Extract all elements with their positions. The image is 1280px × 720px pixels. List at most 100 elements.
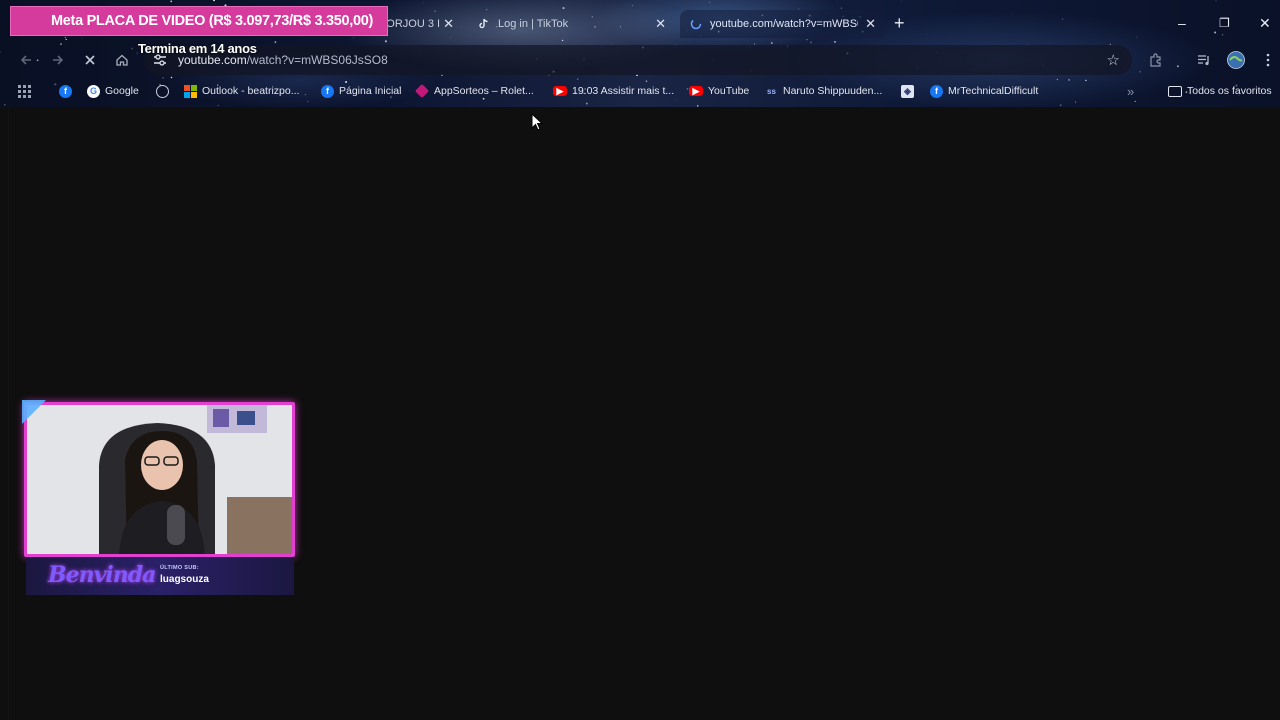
all-bookmarks-button[interactable]: Todos os favoritos (1168, 82, 1272, 100)
facebook-icon: f (321, 84, 334, 98)
star (60, 43, 62, 45)
bookmark-4-label: Página Inicial (339, 85, 402, 97)
folder-icon (1168, 85, 1182, 97)
close-window-button[interactable]: ✕ (1259, 14, 1271, 32)
star (384, 40, 387, 43)
puzzle-icon (1150, 53, 1161, 67)
bookmark-6-label: 19:03 Assistir mais t... (572, 85, 675, 97)
star (631, 5, 633, 7)
star (81, 37, 83, 39)
back-button[interactable] (16, 50, 36, 70)
tab-2-label: Log in | TikTok (498, 18, 569, 30)
star (274, 41, 277, 43)
star (1214, 31, 1217, 34)
bookmark-star-icon[interactable]: ☆ (1107, 51, 1120, 69)
bookmark-6[interactable]: ▶ 19:03 Assistir mais t... (553, 82, 674, 100)
star (1176, 65, 1179, 68)
last-sub-label: ÚLTIMO SUB: (160, 565, 199, 571)
tab-2[interactable]: Log in | TikTok ✕ (468, 10, 674, 38)
tab-2-close-icon[interactable]: ✕ (655, 17, 666, 31)
streamer-video (27, 405, 292, 554)
star (36, 59, 39, 62)
bookmark-4[interactable]: f Página Inicial (321, 82, 401, 100)
star (770, 42, 773, 44)
frame-corner-accent (22, 400, 46, 424)
star (1144, 60, 1145, 62)
star (577, 78, 579, 80)
star (1215, 0, 1217, 1)
star (806, 39, 808, 41)
loading-icon (690, 18, 702, 30)
arrow-right-icon (53, 55, 64, 65)
forward-button[interactable] (48, 50, 68, 70)
goal-countdown: Termina em 14 anos (138, 41, 257, 56)
star (675, 100, 677, 102)
mouse-cursor-icon (531, 113, 543, 131)
bookmark-2[interactable] (156, 82, 174, 100)
tab-3-close-icon[interactable]: ✕ (865, 17, 876, 31)
star (213, 0, 215, 2)
bookmark-5[interactable]: AppSorteos – Rolet... (414, 82, 534, 100)
star (810, 41, 812, 44)
star (1075, 101, 1077, 103)
naruto-icon: ss (767, 86, 776, 96)
star (709, 2, 711, 4)
url-path: /watch?v=mWBS06JsSO8 (246, 53, 388, 67)
bookmark-7[interactable]: ▶ YouTube (689, 82, 749, 100)
star (585, 102, 588, 105)
generic-site-icon: ◈ (901, 84, 914, 98)
star (422, 2, 424, 4)
bookmark-9[interactable]: ◈ (901, 82, 919, 100)
star (0, 51, 1, 53)
star (170, 0, 173, 3)
star (65, 38, 67, 41)
donation-goal-bar: Meta PLACA DE VIDEO (R$ 3.097,73/R$ 3.35… (10, 6, 388, 36)
restore-button[interactable]: ❐ (1219, 14, 1230, 32)
star (161, 76, 164, 79)
tab-3-active[interactable]: youtube.com/watch?v=mWBS0 ✕ (680, 10, 884, 38)
apps-button[interactable] (18, 82, 31, 100)
last-sub-name: luagsouza (160, 574, 209, 585)
bookmark-1-label: Google (105, 85, 139, 97)
star (4, 103, 6, 106)
bookmark-8[interactable]: ss Naruto Shippuuden... (765, 82, 882, 100)
bookmark-3[interactable]: Outlook - beatrizpo... (184, 82, 299, 100)
profile-button[interactable] (1226, 50, 1246, 70)
arrow-left-icon (20, 55, 31, 65)
stop-loading-button[interactable] (80, 50, 100, 70)
minimize-button[interactable]: – (1178, 14, 1186, 32)
youtube-icon: ▶ (553, 86, 567, 96)
home-button[interactable] (112, 50, 132, 70)
address-bar[interactable]: youtube.com/watch?v=mWBS06JsSO8 ☆ (144, 45, 1132, 75)
bookmarks-overflow-button[interactable]: » (1127, 82, 1134, 100)
star (1085, 79, 1087, 82)
star (304, 93, 307, 96)
google-icon: G (87, 84, 100, 98)
star (1134, 100, 1136, 102)
tab-3-label: youtube.com/watch?v=mWBS0 (710, 18, 858, 30)
avatar-icon (1227, 51, 1245, 69)
bookmark-0[interactable]: f (59, 82, 77, 100)
star (834, 41, 836, 43)
star (307, 101, 309, 102)
star (1136, 36, 1138, 38)
media-controls-button[interactable] (1194, 50, 1214, 70)
bookmark-1[interactable]: G Google (87, 82, 139, 100)
bookmark-7-label: YouTube (708, 85, 750, 97)
bookmark-8-label: Naruto Shippuuden... (783, 85, 883, 97)
apps-grid-icon (18, 84, 31, 98)
bookmark-10[interactable]: f MrTechnicalDifficult (930, 82, 1038, 100)
globe-icon (156, 84, 169, 98)
extensions-button[interactable] (1146, 50, 1166, 70)
facebook-icon: f (59, 84, 72, 98)
star (170, 76, 173, 79)
star (54, 83, 57, 86)
tab-1-close-icon[interactable]: ✕ (443, 17, 454, 31)
new-tab-button[interactable]: + (894, 14, 905, 32)
youtube-icon: ▶ (689, 86, 703, 96)
menu-button[interactable] (1258, 50, 1278, 70)
star (1059, 104, 1062, 107)
tiktok-icon (479, 18, 488, 29)
webcam-footer: Benvinda ÚLTIMO SUB: luagsouza (26, 557, 294, 595)
bookmark-3-label: Outlook - beatrizpo... (202, 85, 300, 97)
